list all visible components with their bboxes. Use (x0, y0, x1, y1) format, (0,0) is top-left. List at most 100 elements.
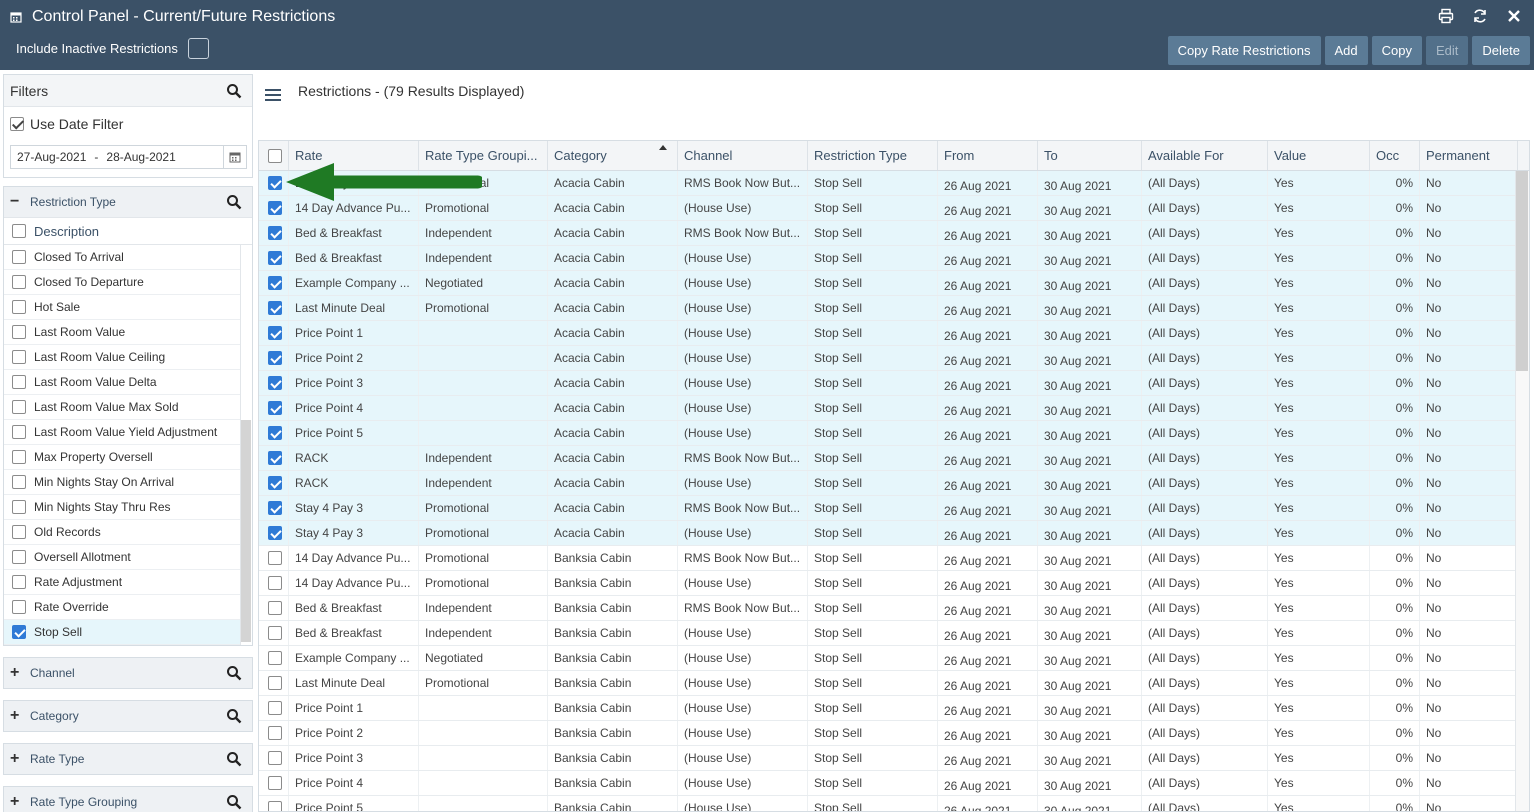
table-row[interactable]: Stay 4 Pay 3 Promotional Acacia Cabin (Hous… (259, 521, 1529, 546)
row-checkbox[interactable] (268, 301, 282, 315)
restriction-type-header[interactable]: − Restriction Type (4, 187, 252, 217)
filter-group-header[interactable]: + Category (4, 701, 252, 731)
table-row[interactable]: Price Point 4 Banksia Cabin (House Use) Sto… (259, 771, 1529, 796)
copy-button[interactable]: Copy (1371, 36, 1423, 65)
restriction-type-checkbox[interactable] (12, 350, 26, 364)
table-row[interactable]: Bed & Breakfast Independent Banksia Cabin R… (259, 596, 1529, 621)
table-row[interactable]: Price Point 1 Banksia Cabin (House Use) Sto… (259, 696, 1529, 721)
grid-scrollbar-thumb[interactable] (1516, 171, 1528, 371)
row-checkbox[interactable] (268, 751, 282, 765)
row-checkbox[interactable] (268, 201, 282, 215)
restriction-type-item[interactable]: Oversell Allotment (4, 545, 252, 570)
column-header-category[interactable]: Category (548, 141, 678, 170)
restriction-type-checkbox[interactable] (12, 300, 26, 314)
close-icon[interactable] (1504, 6, 1524, 26)
table-row[interactable]: Price Point 5 Acacia Cabin (House Use) Stop… (259, 421, 1529, 446)
row-checkbox[interactable] (268, 651, 282, 665)
row-checkbox[interactable] (268, 776, 282, 790)
collapse-icon[interactable]: − (10, 193, 24, 211)
table-row[interactable]: Price Point 4 Acacia Cabin (House Use) Stop… (259, 396, 1529, 421)
row-checkbox[interactable] (268, 726, 282, 740)
use-date-filter-row[interactable]: Use Date Filter (4, 107, 252, 141)
table-row[interactable]: Price Point 5 Banksia Cabin (House Use) Sto… (259, 796, 1529, 811)
table-row[interactable]: Stay 4 Pay 3 Promotional Acacia Cabin RMS B… (259, 496, 1529, 521)
restriction-type-item[interactable]: Last Room Value Delta (4, 370, 252, 395)
row-checkbox[interactable] (268, 701, 282, 715)
restriction-type-item[interactable]: Last Room Value Yield Adjustment (4, 420, 252, 445)
restriction-type-checkbox[interactable] (12, 250, 26, 264)
include-inactive-checkbox[interactable] (187, 38, 209, 59)
restriction-type-item[interactable]: Last Room Value Max Sold (4, 395, 252, 420)
column-header-restriction-type[interactable]: Restriction Type (808, 141, 938, 170)
table-row[interactable]: Price Point 2 Acacia Cabin (House Use) Stop… (259, 346, 1529, 371)
table-row[interactable]: Bed & Breakfast Independent Acacia Cabin RM… (259, 221, 1529, 246)
table-row[interactable]: Last Minute Deal Promotional Banksia Cabin… (259, 671, 1529, 696)
restriction-type-checkbox[interactable] (12, 325, 26, 339)
grid-scrollbar[interactable] (1515, 171, 1529, 811)
add-button[interactable]: Add (1324, 36, 1368, 65)
restriction-type-checkbox[interactable] (12, 400, 26, 414)
row-checkbox[interactable] (268, 176, 282, 190)
restriction-type-checkbox[interactable] (12, 625, 26, 639)
restriction-type-checkbox[interactable] (12, 475, 26, 489)
restriction-type-item[interactable]: Rate Adjustment (4, 570, 252, 595)
search-icon[interactable] (226, 194, 242, 210)
row-checkbox[interactable] (268, 401, 282, 415)
row-checkbox[interactable] (268, 551, 282, 565)
column-header-permanent[interactable]: Permanent (1420, 141, 1518, 170)
row-checkbox[interactable] (268, 251, 282, 265)
restriction-type-item[interactable]: Max Property Oversell (4, 445, 252, 470)
restriction-type-item[interactable]: Old Records (4, 520, 252, 545)
row-checkbox[interactable] (268, 226, 282, 240)
edit-button[interactable]: Edit (1426, 36, 1469, 65)
expand-icon[interactable]: + (10, 793, 24, 811)
table-row[interactable]: Example Company ... Negotiated Banksia Cab… (259, 646, 1529, 671)
table-row[interactable]: 14 Day Advance Pu... Promotional Banksia C… (259, 571, 1529, 596)
column-header-value[interactable]: Value (1268, 141, 1370, 170)
expand-icon[interactable]: + (10, 750, 24, 768)
search-icon[interactable] (226, 751, 242, 767)
row-checkbox[interactable] (268, 676, 282, 690)
restriction-type-checkbox[interactable] (12, 550, 26, 564)
row-checkbox[interactable] (268, 476, 282, 490)
restriction-type-item[interactable]: Hot Sale (4, 295, 252, 320)
select-all-rows-checkbox[interactable] (268, 148, 282, 163)
row-checkbox[interactable] (268, 276, 282, 290)
table-row[interactable]: RACK Independent Acacia Cabin RMS Book Now … (259, 446, 1529, 471)
search-icon[interactable] (226, 665, 242, 681)
hamburger-menu-icon[interactable] (265, 88, 281, 102)
table-row[interactable]: Price Point 3 Acacia Cabin (House Use) Stop… (259, 371, 1529, 396)
table-row[interactable]: Last Minute Deal Promotional Acacia Cabin(… (259, 296, 1529, 321)
select-all-checkbox[interactable] (12, 224, 26, 238)
column-header-channel[interactable]: Channel (678, 141, 808, 170)
date-range-input[interactable]: 27-Aug-2021 - 28-Aug-2021 (10, 145, 247, 169)
row-checkbox[interactable] (268, 601, 282, 615)
row-checkbox[interactable] (268, 326, 282, 340)
restriction-type-checkbox[interactable] (12, 575, 26, 589)
table-row[interactable]: Price Point 3 Banksia Cabin (House Use) Sto… (259, 746, 1529, 771)
delete-button[interactable]: Delete (1472, 36, 1530, 65)
search-icon[interactable] (226, 708, 242, 724)
column-header-from[interactable]: From (938, 141, 1038, 170)
row-checkbox[interactable] (268, 351, 282, 365)
restriction-type-checkbox[interactable] (12, 375, 26, 389)
filter-group-header[interactable]: + Channel (4, 658, 252, 688)
calendar-icon[interactable] (223, 145, 247, 169)
restriction-type-checkbox[interactable] (12, 600, 26, 614)
table-row[interactable]: Price Point 2 Banksia Cabin (House Use) Sto… (259, 721, 1529, 746)
filter-group-header[interactable]: + Rate Type (4, 744, 252, 774)
restriction-type-checkbox[interactable] (12, 275, 26, 289)
expand-icon[interactable]: + (10, 707, 24, 725)
row-checkbox[interactable] (268, 426, 282, 440)
scrollbar-thumb[interactable] (241, 420, 251, 642)
table-row[interactable]: 14 Day Advance Pu... Promotional Banksia C… (259, 546, 1529, 571)
restriction-type-item[interactable]: Min Nights Stay Thru Res (4, 495, 252, 520)
column-header-to[interactable]: To (1038, 141, 1142, 170)
restriction-type-checkbox[interactable] (12, 450, 26, 464)
search-icon[interactable] (226, 83, 242, 99)
restriction-type-checkbox[interactable] (12, 525, 26, 539)
row-checkbox[interactable] (268, 376, 282, 390)
print-icon[interactable] (1436, 6, 1456, 26)
restriction-type-item[interactable]: Last Room Value Ceiling (4, 345, 252, 370)
restriction-type-item[interactable]: Closed To Arrival (4, 245, 252, 270)
